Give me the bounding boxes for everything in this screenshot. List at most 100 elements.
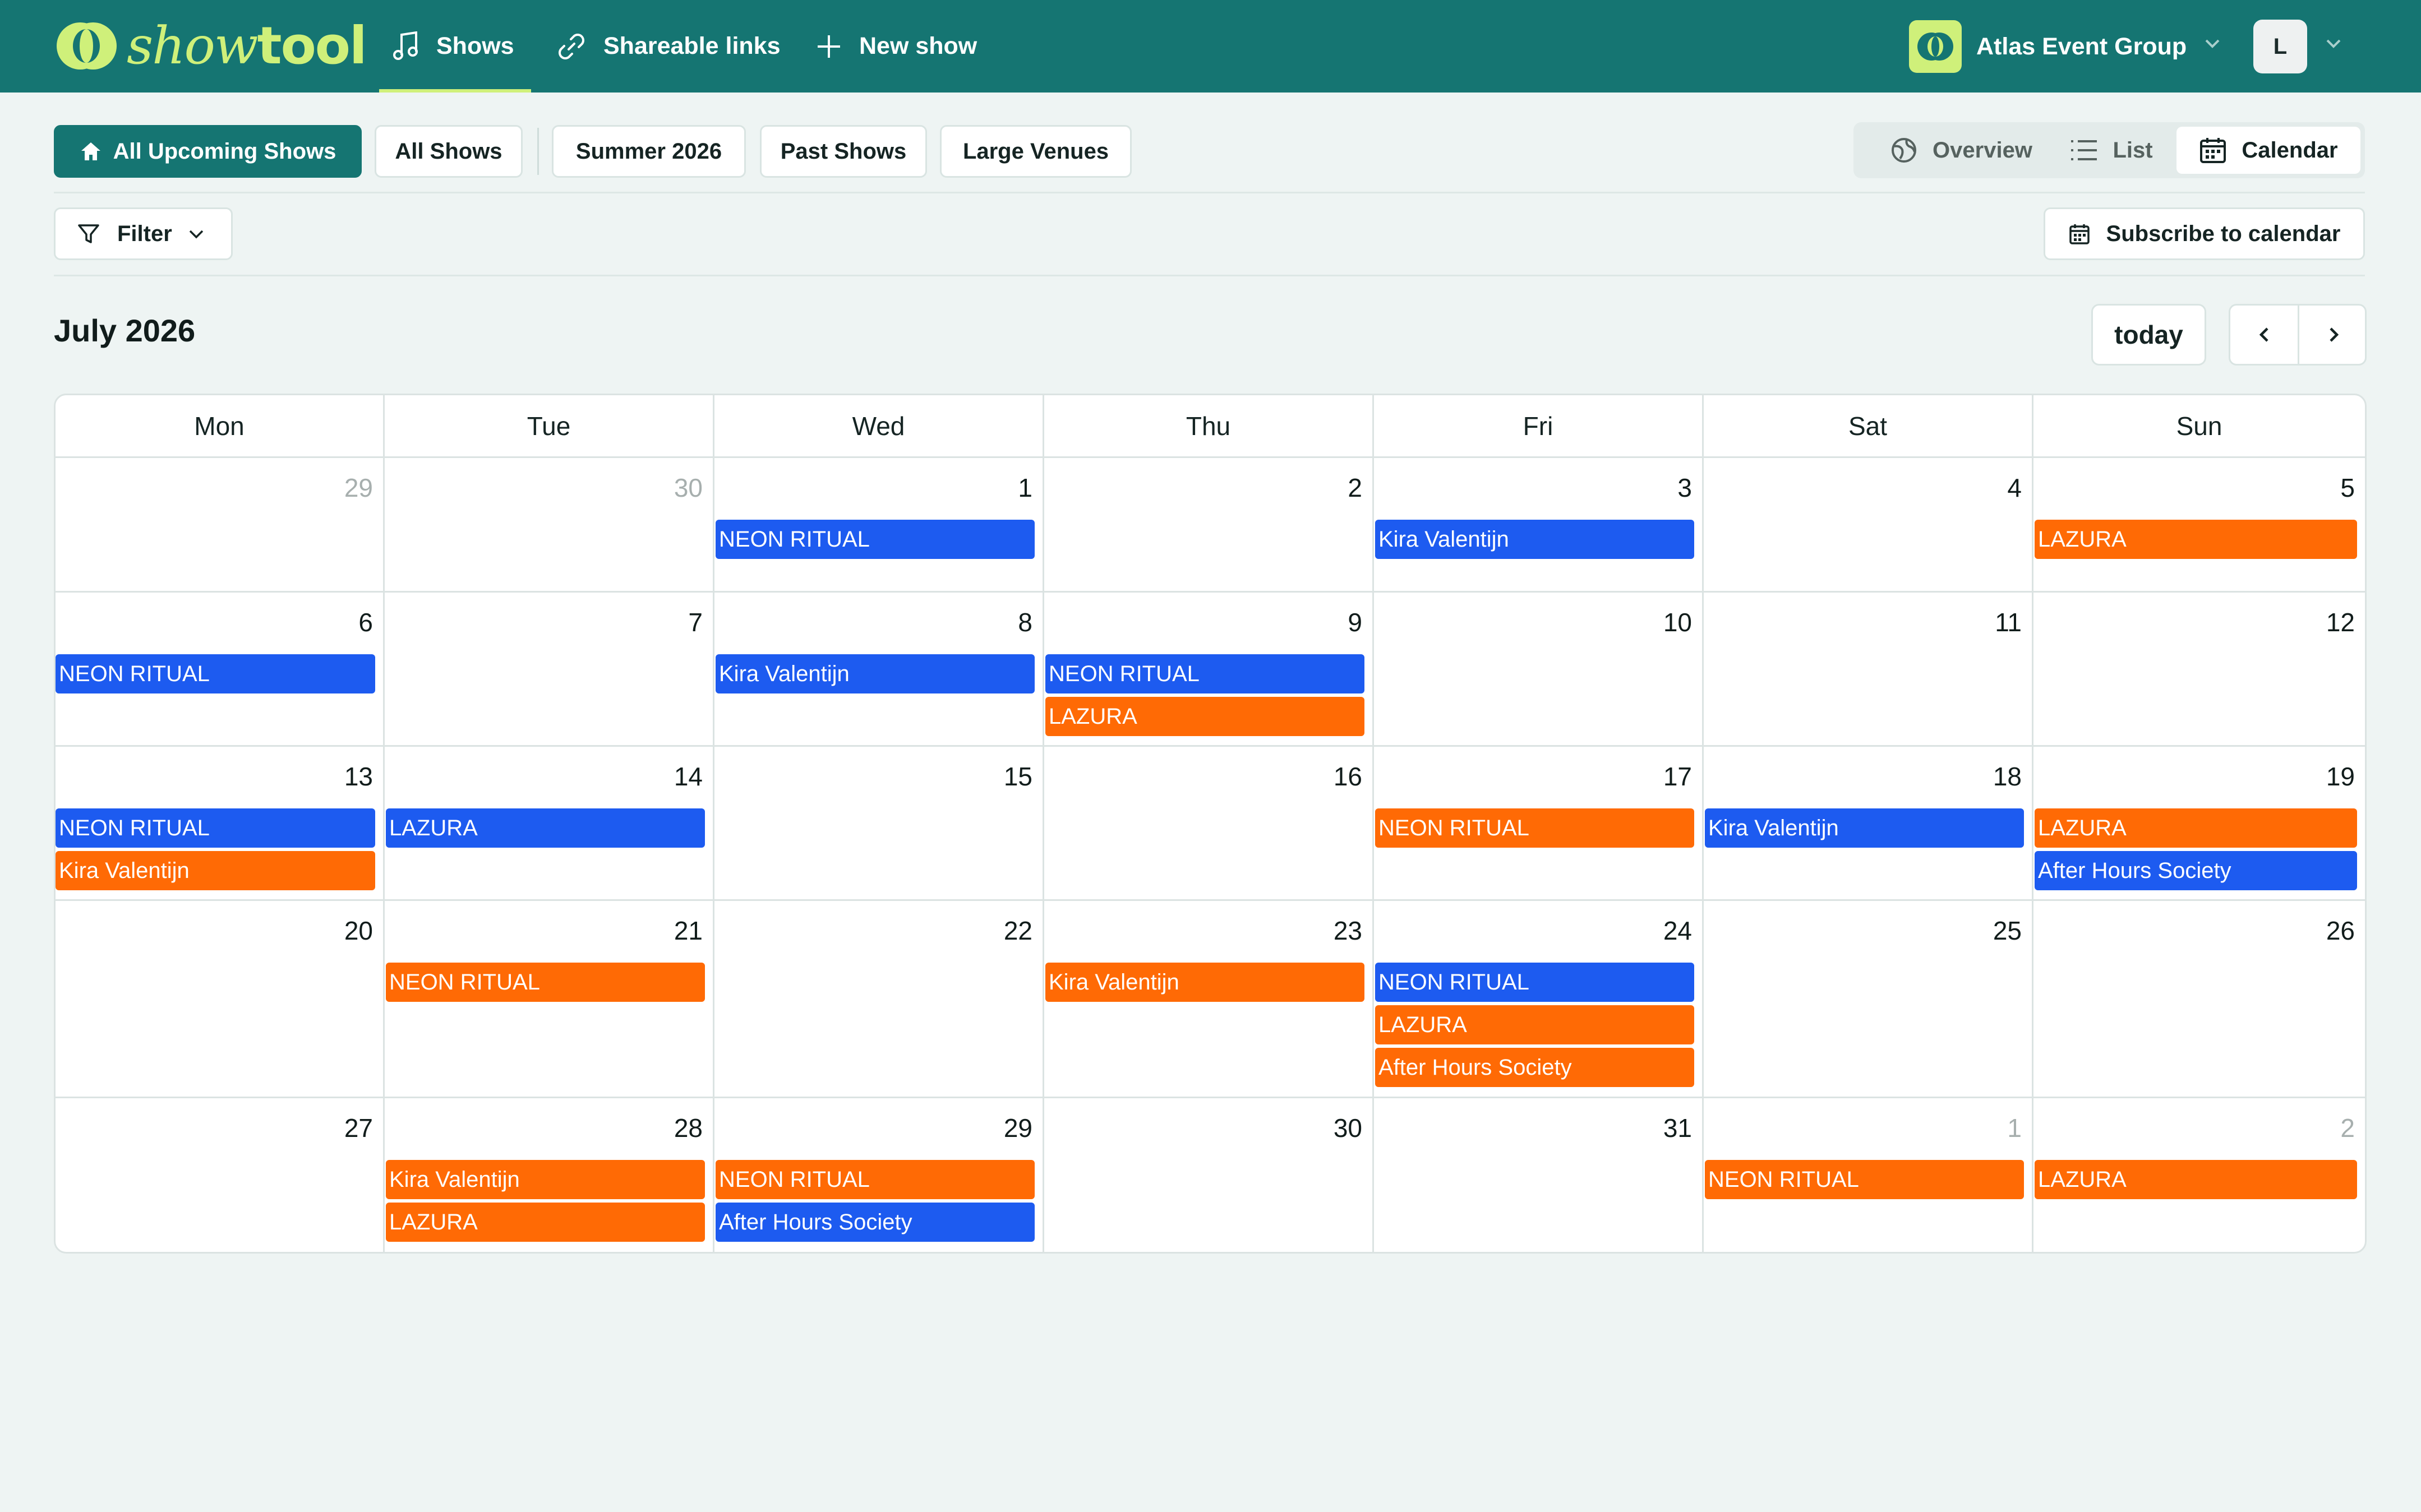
- calendar-day-cell[interactable]: 25: [1704, 901, 2033, 1098]
- calendar-event[interactable]: Kira Valentijn: [1705, 808, 2024, 848]
- calendar-event[interactable]: Kira Valentijn: [386, 1160, 705, 1199]
- day-number[interactable]: 24: [1663, 915, 1692, 946]
- calendar-event[interactable]: NEON RITUAL: [716, 1160, 1035, 1199]
- calendar-event[interactable]: Kira Valentijn: [1045, 963, 1364, 1002]
- calendar-event[interactable]: NEON RITUAL: [56, 808, 375, 848]
- calendar-day-cell[interactable]: 23 Kira Valentijn: [1044, 901, 1374, 1098]
- calendar-day-cell[interactable]: 11: [1704, 593, 2033, 747]
- nav-new-show[interactable]: New show: [815, 0, 977, 93]
- calendar-event[interactable]: NEON RITUAL: [1375, 963, 1694, 1002]
- next-month-button[interactable]: [2299, 306, 2365, 364]
- day-number[interactable]: 3: [1677, 473, 1692, 503]
- calendar-day-cell[interactable]: 4: [1704, 458, 2033, 593]
- calendar-day-cell[interactable]: 16: [1044, 747, 1374, 901]
- day-number[interactable]: 19: [2326, 761, 2355, 792]
- calendar-event[interactable]: LAZURA: [1045, 697, 1364, 736]
- calendar-event[interactable]: LAZURA: [2035, 1160, 2357, 1199]
- calendar-event[interactable]: NEON RITUAL: [1045, 654, 1364, 693]
- calendar-day-cell[interactable]: 6 NEON RITUAL: [56, 593, 385, 747]
- calendar-day-cell[interactable]: 30: [385, 458, 714, 593]
- showtool-logo[interactable]: showtool: [54, 17, 367, 75]
- day-number[interactable]: 8: [1018, 607, 1032, 637]
- calendar-day-cell[interactable]: 22: [714, 901, 1044, 1098]
- calendar-day-cell[interactable]: 3 Kira Valentijn: [1374, 458, 1704, 593]
- day-number[interactable]: 21: [674, 915, 703, 946]
- calendar-day-cell[interactable]: 30: [1044, 1098, 1374, 1252]
- calendar-event[interactable]: After Hours Society: [2035, 851, 2357, 890]
- calendar-day-cell[interactable]: 13 NEON RITUAL Kira Valentijn: [56, 747, 385, 901]
- calendar-event[interactable]: Kira Valentijn: [56, 851, 375, 890]
- day-number[interactable]: 20: [344, 915, 373, 946]
- day-number[interactable]: 18: [1993, 761, 2022, 792]
- subscribe-to-calendar-button[interactable]: Subscribe to calendar: [2044, 207, 2365, 260]
- mode-overview[interactable]: Overview: [1877, 127, 2045, 174]
- calendar-day-cell[interactable]: 15: [714, 747, 1044, 901]
- day-number[interactable]: 13: [344, 761, 373, 792]
- calendar-event[interactable]: NEON RITUAL: [716, 520, 1035, 559]
- calendar-day-cell[interactable]: 8 Kira Valentijn: [714, 593, 1044, 747]
- calendar-event[interactable]: LAZURA: [386, 1203, 705, 1242]
- previous-month-button[interactable]: [2230, 306, 2299, 364]
- calendar-event[interactable]: LAZURA: [1375, 1005, 1694, 1044]
- day-number[interactable]: 30: [1334, 1113, 1362, 1143]
- calendar-day-cell[interactable]: 12: [2033, 593, 2365, 747]
- day-number[interactable]: 28: [674, 1113, 703, 1143]
- day-number[interactable]: 26: [2326, 915, 2355, 946]
- calendar-day-cell[interactable]: 14 LAZURA: [385, 747, 714, 901]
- calendar-day-cell[interactable]: 21 NEON RITUAL: [385, 901, 714, 1098]
- user-menu-chevron-down-icon[interactable]: [2324, 34, 2343, 53]
- organization-chevron-down-icon[interactable]: [2203, 34, 2222, 53]
- nav-shows[interactable]: Shows: [379, 0, 531, 93]
- day-number[interactable]: 4: [2007, 473, 2022, 503]
- calendar-event[interactable]: NEON RITUAL: [1705, 1160, 2024, 1199]
- calendar-day-cell[interactable]: 17 NEON RITUAL: [1374, 747, 1704, 901]
- day-number[interactable]: 27: [344, 1113, 373, 1143]
- calendar-day-cell[interactable]: 1 NEON RITUAL: [714, 458, 1044, 593]
- day-number[interactable]: 1: [2007, 1113, 2022, 1143]
- day-number[interactable]: 5: [2340, 473, 2355, 503]
- calendar-day-cell[interactable]: 19 LAZURA After Hours Society: [2033, 747, 2365, 901]
- calendar-event[interactable]: NEON RITUAL: [1375, 808, 1694, 848]
- calendar-day-cell[interactable]: 27: [56, 1098, 385, 1252]
- day-number[interactable]: 11: [1995, 607, 2022, 637]
- calendar-day-cell[interactable]: 26: [2033, 901, 2365, 1098]
- day-number[interactable]: 31: [1663, 1113, 1692, 1143]
- day-number[interactable]: 29: [1004, 1113, 1032, 1143]
- calendar-event[interactable]: After Hours Society: [1375, 1048, 1694, 1087]
- calendar-day-cell[interactable]: 1 NEON RITUAL: [1704, 1098, 2033, 1252]
- calendar-day-cell[interactable]: 31: [1374, 1098, 1704, 1252]
- day-number[interactable]: 2: [1348, 473, 1362, 503]
- nav-shareable-links[interactable]: Shareable links: [556, 0, 781, 93]
- filter-button[interactable]: Filter: [54, 207, 233, 260]
- calendar-day-cell[interactable]: 29 NEON RITUAL After Hours Society: [714, 1098, 1044, 1252]
- day-number[interactable]: 16: [1334, 761, 1362, 792]
- calendar-event[interactable]: LAZURA: [386, 808, 705, 848]
- calendar-day-cell[interactable]: 2: [1044, 458, 1374, 593]
- calendar-event[interactable]: Kira Valentijn: [1375, 520, 1694, 559]
- calendar-day-cell[interactable]: 18 Kira Valentijn: [1704, 747, 2033, 901]
- calendar-day-cell[interactable]: 24 NEON RITUAL LAZURA After Hours Society: [1374, 901, 1704, 1098]
- view-past-shows[interactable]: Past Shows: [760, 125, 927, 178]
- day-number[interactable]: 10: [1663, 607, 1692, 637]
- view-all-shows[interactable]: All Shows: [375, 125, 523, 178]
- day-number[interactable]: 9: [1348, 607, 1362, 637]
- calendar-day-cell[interactable]: 10: [1374, 593, 1704, 747]
- user-avatar[interactable]: L: [2253, 20, 2307, 73]
- day-number[interactable]: 29: [344, 473, 373, 503]
- day-number[interactable]: 6: [358, 607, 373, 637]
- day-number[interactable]: 2: [2340, 1113, 2355, 1143]
- view-summer-2026[interactable]: Summer 2026: [552, 125, 746, 178]
- view-large-venues[interactable]: Large Venues: [940, 125, 1132, 178]
- calendar-event[interactable]: NEON RITUAL: [56, 654, 375, 693]
- calendar-day-cell[interactable]: 7: [385, 593, 714, 747]
- day-number[interactable]: 7: [688, 607, 703, 637]
- calendar-day-cell[interactable]: 20: [56, 901, 385, 1098]
- day-number[interactable]: 25: [1993, 915, 2022, 946]
- calendar-event[interactable]: After Hours Society: [716, 1203, 1035, 1242]
- day-number[interactable]: 1: [1018, 473, 1032, 503]
- calendar-day-cell[interactable]: 9 NEON RITUAL LAZURA: [1044, 593, 1374, 747]
- calendar-day-cell[interactable]: 5 LAZURA: [2033, 458, 2365, 593]
- day-number[interactable]: 14: [674, 761, 703, 792]
- mode-calendar[interactable]: Calendar: [2176, 127, 2360, 174]
- calendar-day-cell[interactable]: 2 LAZURA: [2033, 1098, 2365, 1252]
